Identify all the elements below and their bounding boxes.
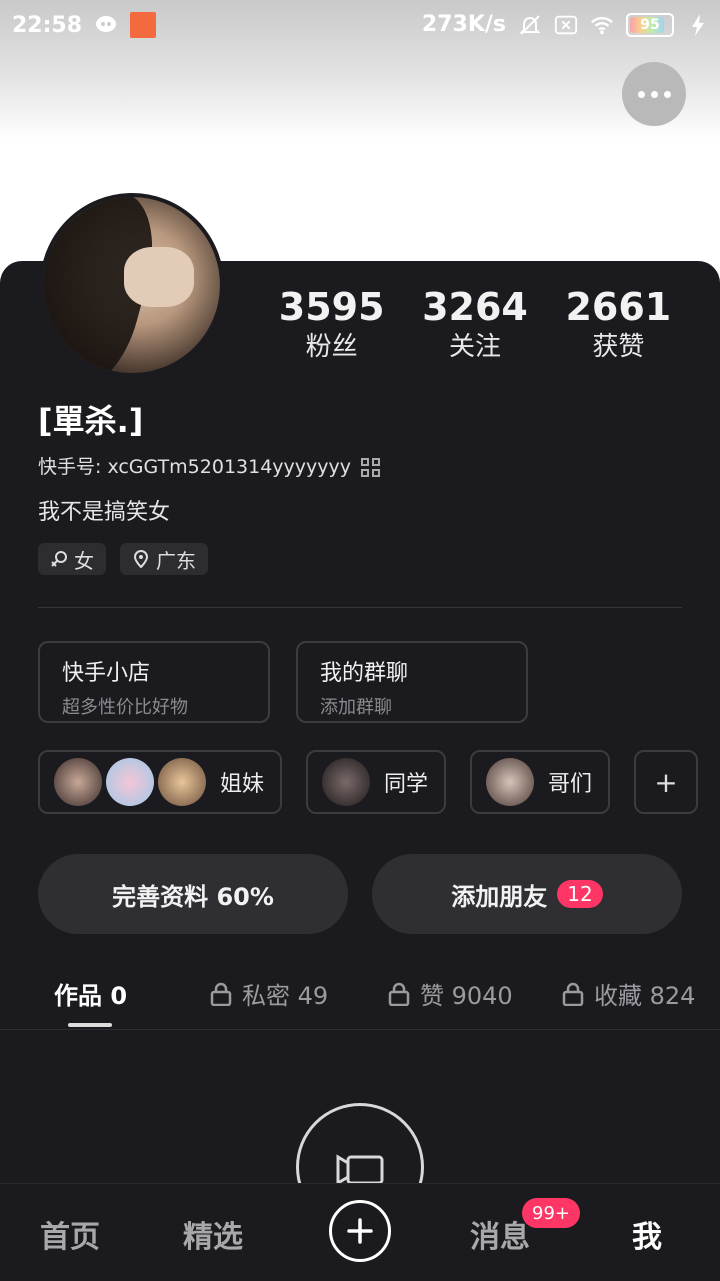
location-tag: 广东 xyxy=(120,543,208,575)
nav-me[interactable]: 我 xyxy=(632,1212,662,1256)
member-avatar xyxy=(486,758,534,806)
female-icon xyxy=(51,551,67,567)
complete-profile-button[interactable]: 完善资料 60% xyxy=(38,854,348,934)
divider xyxy=(38,607,682,608)
nav-home[interactable]: 首页 xyxy=(40,1212,100,1256)
tab-label: 作品 0 xyxy=(54,982,128,1010)
status-bar: 22:58 273K/s 95 xyxy=(0,0,720,52)
stat-value: 2661 xyxy=(565,285,672,329)
group-classmates[interactable]: 同学 xyxy=(306,750,446,814)
dot-icon xyxy=(637,90,645,98)
stat-value: 3595 xyxy=(278,285,385,329)
qr-code-icon[interactable] xyxy=(361,457,381,477)
add-friends-label: 添加朋友 xyxy=(451,882,548,911)
stat-following[interactable]: 3264 关注 xyxy=(403,285,546,365)
avatar[interactable] xyxy=(40,193,224,377)
chat-bubble-icon xyxy=(94,13,118,37)
member-avatar xyxy=(106,758,154,806)
tab-label: 私密 49 xyxy=(242,982,329,1010)
stat-label: 关注 xyxy=(448,332,501,362)
kuaishou-id-row[interactable]: 快手号: xcGGTm5201314yyyyyyy xyxy=(38,452,381,479)
lock-icon xyxy=(388,982,410,1006)
kuaishou-shop-button[interactable]: 快手小店 超多性价比好物 xyxy=(38,641,270,723)
friend-groups: 姐妹 同学 哥们 + xyxy=(38,750,698,814)
tab-label: 收藏 824 xyxy=(594,982,696,1010)
gender-tag: 女 xyxy=(38,543,106,575)
dot-icon xyxy=(650,90,658,98)
profile-bio: 我不是搞笑女 xyxy=(38,500,171,525)
nav-messages[interactable]: 消息 xyxy=(470,1212,530,1256)
location-label: 广东 xyxy=(156,548,196,573)
status-time: 22:58 xyxy=(12,12,83,38)
content-tabs: 作品 0 私密 49 赞 9040 收藏 824 xyxy=(0,970,720,1028)
plus-icon xyxy=(347,1218,373,1244)
battery-level: 95 xyxy=(640,16,660,33)
member-avatar xyxy=(322,758,370,806)
messages-badge: 99+ xyxy=(522,1198,580,1228)
shop-subtitle: 超多性价比好物 xyxy=(62,697,188,718)
tab-label: 赞 9040 xyxy=(420,982,513,1010)
group-label: 姐妹 xyxy=(220,772,265,797)
add-friends-button[interactable]: 添加朋友 12 xyxy=(372,854,682,934)
profile-stats: 3595 粉丝 3264 关注 2661 获赞 xyxy=(260,285,690,365)
stat-likes[interactable]: 2661 获赞 xyxy=(547,285,690,365)
mute-icon xyxy=(518,13,542,37)
more-options-button[interactable] xyxy=(622,62,686,126)
create-post-button[interactable] xyxy=(329,1200,391,1262)
tab-works[interactable]: 作品 0 xyxy=(54,976,127,1011)
plus-icon: + xyxy=(654,765,678,799)
group-label: 同学 xyxy=(384,772,429,797)
nav-featured[interactable]: 精选 xyxy=(183,1212,243,1256)
member-avatar xyxy=(54,758,102,806)
kuaishou-id: 快手号: xcGGTm5201314yyyyyyy xyxy=(38,456,352,478)
group-brothers[interactable]: 哥们 xyxy=(470,750,610,814)
group-chat-subtitle: 添加群聊 xyxy=(320,697,392,718)
orange-app-icon xyxy=(130,12,157,38)
tab-private[interactable]: 私密 49 xyxy=(210,976,328,1011)
lock-icon xyxy=(562,982,584,1006)
gender-label: 女 xyxy=(74,548,94,573)
network-speed: 273K/s xyxy=(421,12,506,37)
add-group-button[interactable]: + xyxy=(634,750,698,814)
complete-profile-label: 完善资料 60% xyxy=(112,882,274,911)
stat-value: 3264 xyxy=(422,285,528,329)
stat-label: 粉丝 xyxy=(305,332,358,362)
tab-likes[interactable]: 赞 9040 xyxy=(388,976,513,1011)
lock-icon xyxy=(210,982,232,1006)
shop-title: 快手小店 xyxy=(62,661,151,686)
tabs-divider xyxy=(0,1029,720,1030)
member-avatar xyxy=(158,758,206,806)
active-tab-indicator xyxy=(68,1023,112,1027)
tab-favorites[interactable]: 收藏 824 xyxy=(562,976,720,1011)
group-label: 哥们 xyxy=(548,772,593,797)
location-pin-icon xyxy=(133,550,149,568)
profile-name: [單杀.] xyxy=(38,402,144,440)
group-chat-button[interactable]: 我的群聊 添加群聊 xyxy=(296,641,528,723)
bottom-navigation: 首页 精选 消息 99+ 我 xyxy=(0,1183,720,1281)
group-chat-title: 我的群聊 xyxy=(320,661,409,686)
stat-label: 获赞 xyxy=(592,332,645,362)
add-friends-badge: 12 xyxy=(557,880,603,908)
profile-tags: 女 广东 xyxy=(38,543,208,575)
wifi-icon xyxy=(590,13,614,37)
battery-icon: 95 xyxy=(626,12,674,37)
group-sisters[interactable]: 姐妹 xyxy=(38,750,282,814)
dot-icon xyxy=(663,90,671,98)
charging-icon xyxy=(686,13,710,37)
sim-off-icon xyxy=(554,13,578,37)
stat-followers[interactable]: 3595 粉丝 xyxy=(260,285,403,365)
